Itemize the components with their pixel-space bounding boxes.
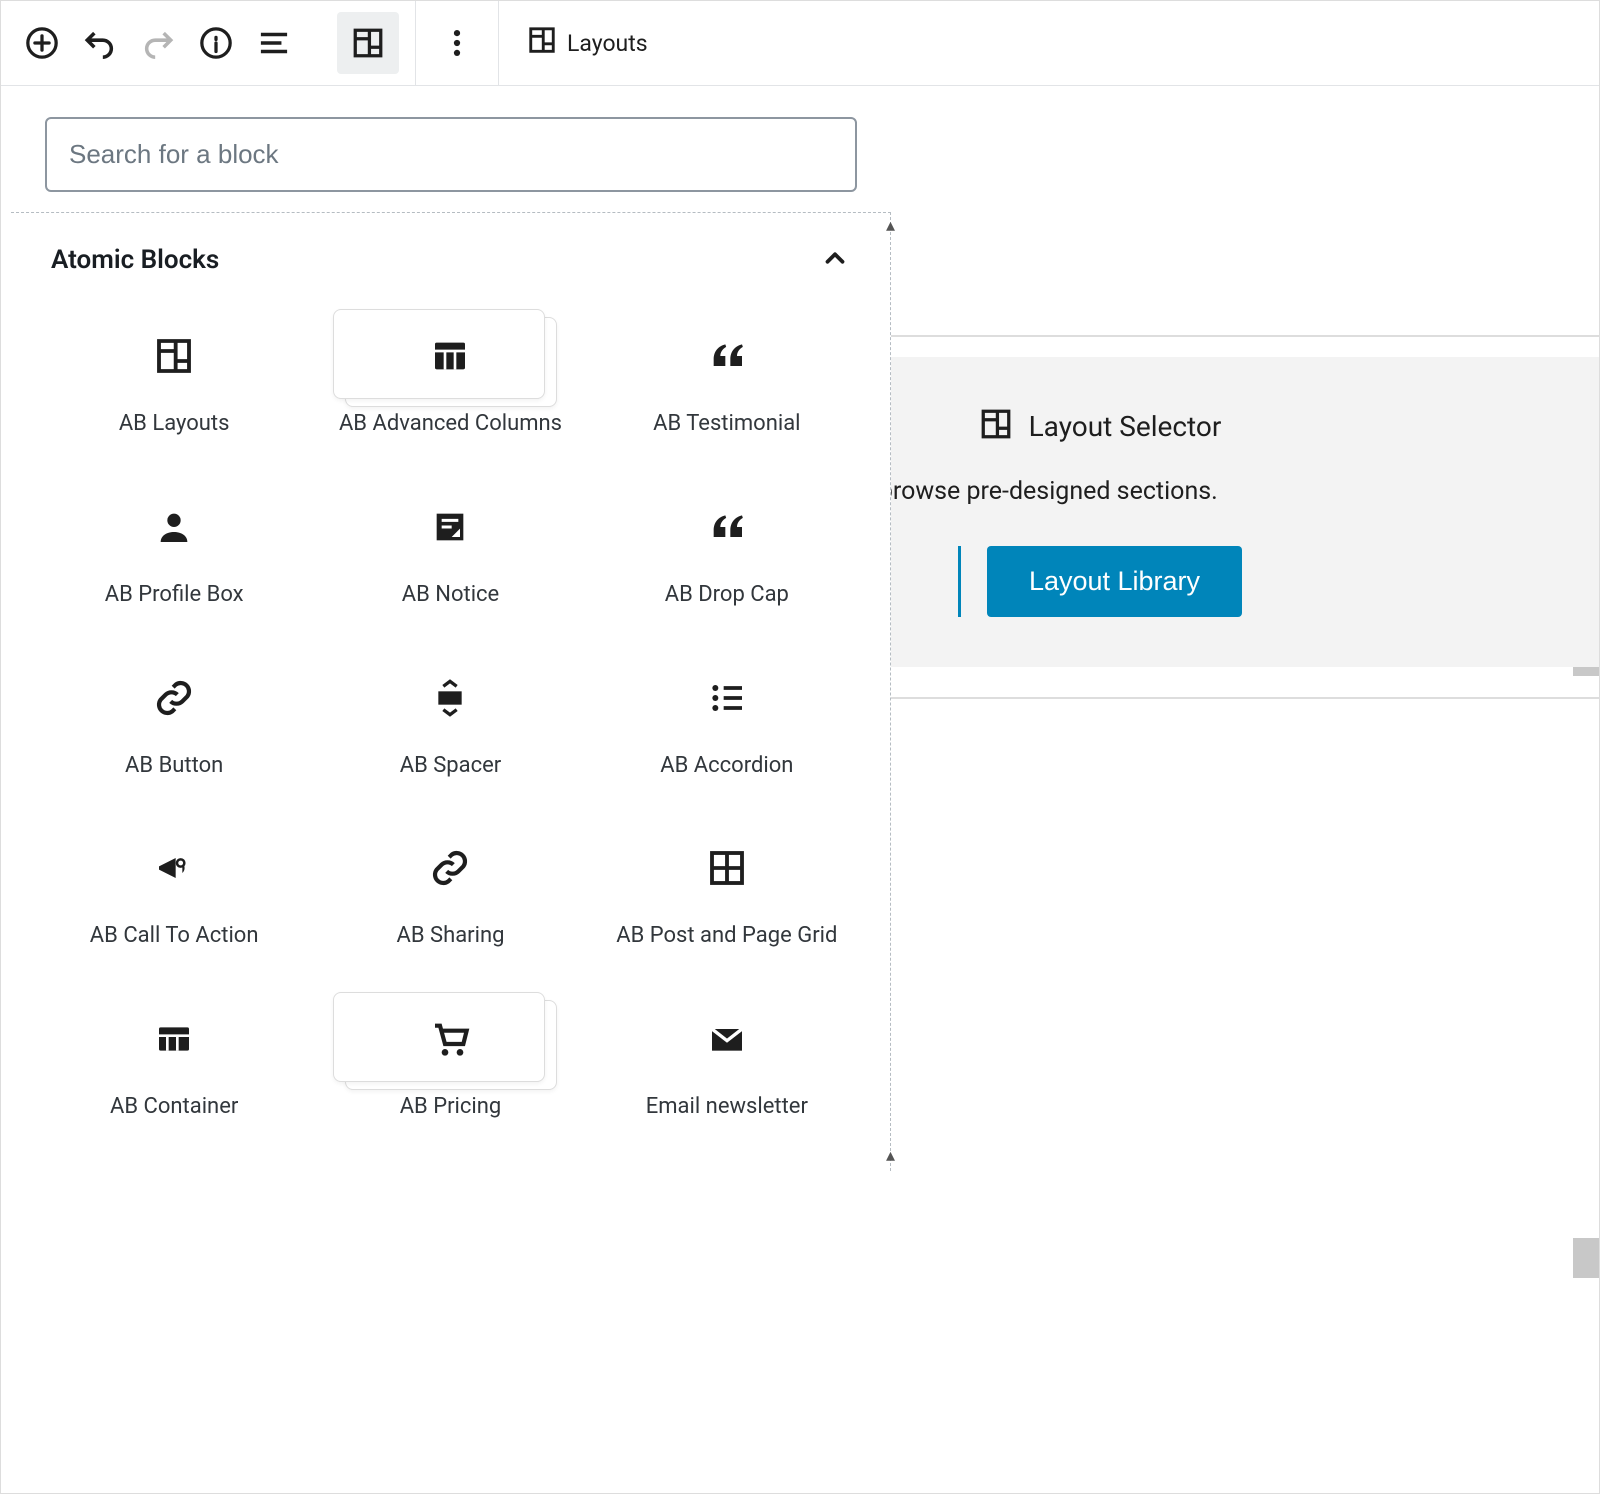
more-options-button[interactable] (432, 18, 482, 68)
block-label: AB Advanced Columns (339, 409, 562, 440)
block-label: AB Spacer (400, 751, 502, 782)
columns-icon (415, 321, 485, 391)
block-item[interactable]: AB Profile Box (41, 472, 307, 619)
block-item[interactable]: AB Pricing (317, 984, 583, 1131)
block-label: AB Button (125, 751, 223, 782)
block-item[interactable]: AB Accordion (594, 643, 860, 790)
block-label: AB Sharing (397, 921, 505, 952)
block-inserter-popover: ▴ Atomic Blocks AB LayoutsAB Advanced Co… (11, 101, 891, 1171)
cart-icon (415, 1004, 485, 1074)
panel-title: Atomic Blocks (51, 245, 219, 275)
block-label: AB Layouts (119, 409, 230, 440)
link-icon (139, 663, 209, 733)
block-category-panel: ▴ Atomic Blocks AB LayoutsAB Advanced Co… (11, 212, 891, 1171)
outline-button[interactable] (249, 18, 299, 68)
layouts-toolbar-button[interactable] (337, 12, 399, 74)
info-button[interactable] (191, 18, 241, 68)
layouts-icon (979, 407, 1013, 445)
link-icon (415, 833, 485, 903)
mail-icon (692, 1004, 762, 1074)
layout-library-button[interactable]: Layout Library (987, 546, 1242, 617)
block-item[interactable]: AB Container (41, 984, 307, 1131)
editor-toolbar: Layouts (1, 1, 1599, 86)
block-grid: AB Layouts AB Advanced Columns AB Testimon… (11, 291, 890, 1171)
block-item[interactable]: AB Advanced Columns (317, 301, 583, 448)
block-item[interactable]: AB Button (41, 643, 307, 790)
chevron-up-icon (820, 243, 850, 277)
spacer-icon (415, 663, 485, 733)
selected-block-indicator: Layout Library (958, 546, 1242, 617)
add-block-button[interactable] (17, 18, 67, 68)
undo-button[interactable] (75, 18, 125, 68)
block-item[interactable]: AB Notice (317, 472, 583, 619)
block-label: AB Notice (402, 580, 500, 611)
layouts-menu-button[interactable]: Layouts (515, 25, 660, 61)
block-item[interactable]: AB Drop Cap (594, 472, 860, 619)
person-icon (139, 492, 209, 562)
panel-toggle[interactable]: Atomic Blocks (11, 213, 890, 291)
block-label: AB Profile Box (105, 580, 244, 611)
layout-selector-title: Layout Selector (1029, 410, 1222, 443)
block-item[interactable]: AB Layouts (41, 301, 307, 448)
layouts-icon (139, 321, 209, 391)
list-icon (692, 663, 762, 733)
block-label: AB Accordion (660, 751, 793, 782)
block-label: AB Container (110, 1092, 238, 1123)
layouts-label: Layouts (567, 30, 648, 57)
block-item[interactable]: AB Spacer (317, 643, 583, 790)
block-label: AB Post and Page Grid (616, 921, 837, 952)
megaphone-icon (139, 833, 209, 903)
block-label: Email newsletter (646, 1092, 808, 1123)
search-input[interactable] (45, 117, 857, 192)
layouts-icon (527, 25, 557, 61)
quote-icon (692, 492, 762, 562)
block-label: AB Drop Cap (665, 580, 789, 611)
notice-icon (415, 492, 485, 562)
grid-icon (692, 833, 762, 903)
scroll-indicator-icon: ▴ (886, 215, 895, 236)
block-item[interactable]: AB Testimonial (594, 301, 860, 448)
block-label: AB Pricing (400, 1092, 502, 1123)
toolbar-divider (498, 1, 499, 86)
block-item[interactable]: AB Post and Page Grid (594, 813, 860, 960)
block-label: AB Testimonial (653, 409, 800, 440)
quote-icon (692, 321, 762, 391)
container-icon (139, 1004, 209, 1074)
block-item[interactable]: Email newsletter (594, 984, 860, 1131)
block-label: AB Call To Action (90, 921, 259, 952)
scroll-indicator-icon: ▴ (886, 1145, 895, 1166)
block-item[interactable]: AB Call To Action (41, 813, 307, 960)
redo-button[interactable] (133, 18, 183, 68)
toolbar-divider (415, 1, 416, 86)
block-item[interactable]: AB Sharing (317, 813, 583, 960)
